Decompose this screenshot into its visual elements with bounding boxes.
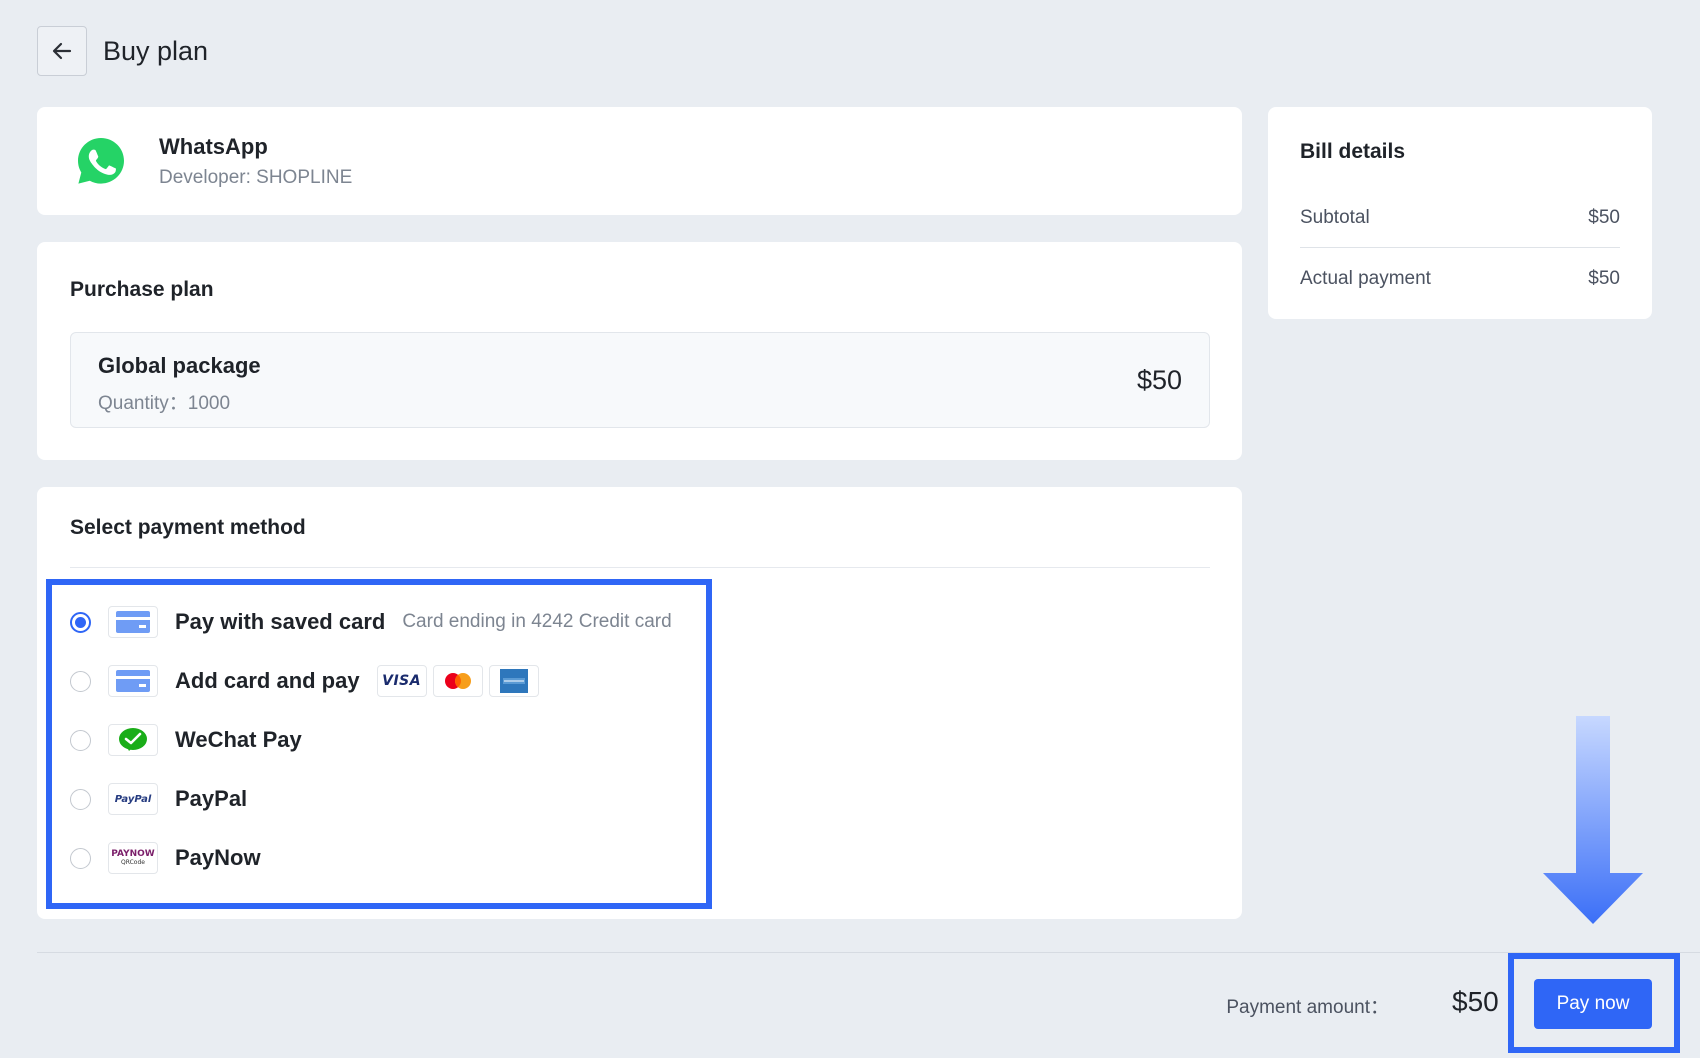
page-title: Buy plan xyxy=(103,35,209,66)
bill-subtotal-row: Subtotal $50 xyxy=(1300,207,1620,229)
subtotal-label: Subtotal xyxy=(1300,207,1370,228)
plan-name: Global package xyxy=(98,353,261,378)
payment-method-card: Select payment method Pay with saved car… xyxy=(37,487,1242,919)
app-name: WhatsApp xyxy=(159,133,268,159)
payment-amount-label: Payment amount： xyxy=(1226,997,1389,1018)
purchase-plan-card: Purchase plan Global package Quantity：10… xyxy=(37,242,1242,460)
actual-payment-value: $50 xyxy=(1588,268,1620,289)
arrow-down-icon xyxy=(1543,716,1643,924)
bill-details-title: Bill details xyxy=(1300,140,1406,163)
bill-details-card: Bill details Subtotal $50 Actual payment… xyxy=(1268,107,1652,319)
arrow-left-icon xyxy=(52,42,72,60)
plan-price: $50 xyxy=(1136,365,1182,395)
back-button[interactable] xyxy=(37,26,87,76)
plan-box: Global package Quantity：1000 $50 xyxy=(70,332,1210,428)
pay-now-button[interactable]: Pay now xyxy=(1534,979,1652,1029)
plan-quantity: Quantity：1000 xyxy=(98,393,231,414)
bill-actual-row: Actual payment $50 xyxy=(1300,268,1620,290)
payment-options-highlight xyxy=(46,579,712,909)
app-info: WhatsApp Developer: SHOPLINE xyxy=(159,134,352,189)
footer-divider xyxy=(37,952,1700,953)
app-developer: Developer: SHOPLINE xyxy=(159,166,353,188)
divider xyxy=(70,567,1210,568)
page-header: Buy plan xyxy=(37,26,208,76)
subtotal-value: $50 xyxy=(1588,207,1620,228)
whatsapp-logo-icon xyxy=(78,138,124,184)
app-card: WhatsApp Developer: SHOPLINE xyxy=(37,107,1242,215)
payment-amount-value: $50 xyxy=(1452,986,1499,1017)
purchase-plan-title: Purchase plan xyxy=(70,278,214,301)
divider xyxy=(1300,247,1620,248)
payment-method-title: Select payment method xyxy=(70,516,306,539)
actual-payment-label: Actual payment xyxy=(1300,268,1431,289)
